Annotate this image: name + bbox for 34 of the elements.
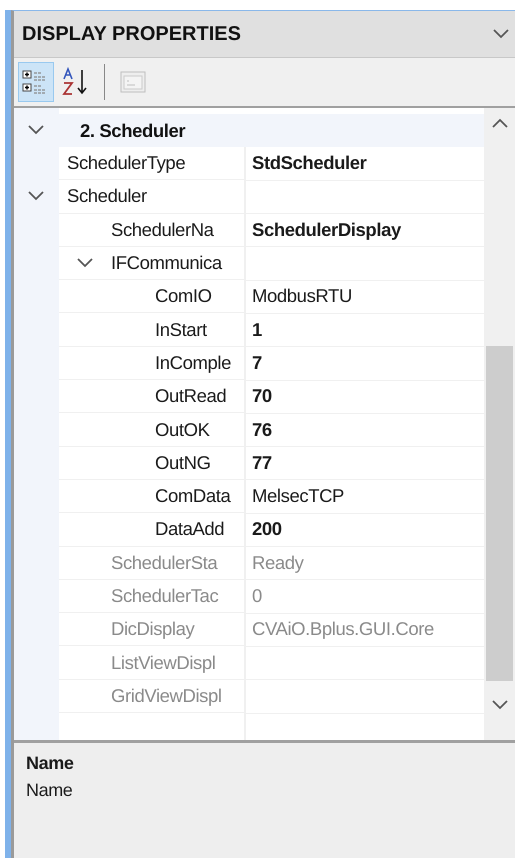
property-value[interactable]: 76 [252,418,272,441]
chevron-down-icon[interactable] [28,125,44,135]
property-name[interactable]: ComData [155,485,230,508]
property-name[interactable]: InStart [155,318,207,341]
property-name[interactable]: IFCommunica [111,252,222,274]
property-name[interactable]: OutOK [155,418,210,441]
scrollbar-thumb[interactable] [486,346,513,681]
property-value[interactable]: 200 [252,518,282,540]
property-value[interactable]: SchedulerDisplay [252,218,401,241]
description-title: Name [26,753,74,774]
scroll-up-icon[interactable] [492,118,508,128]
panel-title: DISPLAY PROPERTIES [22,22,241,46]
chevron-down-icon[interactable] [77,258,93,268]
property-name[interactable]: OutRead [155,385,226,408]
property-value[interactable]: StdScheduler [252,152,366,174]
property-value[interactable]: ModbusRTU [252,285,352,308]
property-value[interactable]: 70 [252,385,272,408]
property-value[interactable]: 1 [252,318,262,341]
property-name[interactable]: SchedulerNa [111,218,214,241]
property-name[interactable]: InComple [155,352,231,374]
property-name[interactable]: DataAdd [155,518,224,540]
description-text: Name [26,780,74,801]
property-value[interactable]: 77 [252,452,272,474]
property-name[interactable]: ComIO [155,285,212,308]
chevron-down-icon[interactable] [493,29,509,39]
property-value[interactable]: 7 [252,352,262,374]
chevron-down-icon[interactable] [28,191,44,202]
property-name[interactable]: SchedulerType [67,152,186,174]
property-name[interactable]: OutNG [155,452,211,474]
scroll-down-icon[interactable] [492,700,508,710]
property-value[interactable]: MelsecTCP [252,485,344,508]
property-name[interactable]: Scheduler [67,185,147,208]
category-label[interactable]: 2. Scheduler [80,120,186,142]
categorized-view-button[interactable] [18,62,54,102]
